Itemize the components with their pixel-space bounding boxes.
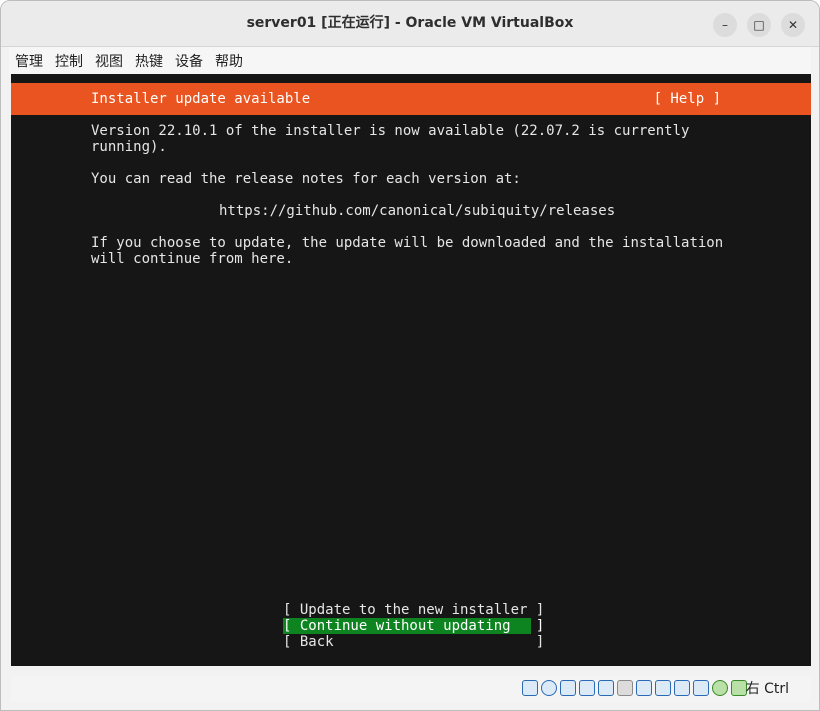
installer-title: Installer update available (91, 91, 311, 107)
status-icons (522, 680, 747, 696)
menu-hotkeys[interactable]: 热键 (129, 51, 169, 71)
shared-folders-icon[interactable] (617, 680, 633, 696)
title-bar: server01 [正在运行] - Oracle VM VirtualBox –… (1, 1, 819, 47)
menu-view[interactable]: 视图 (89, 51, 129, 71)
release-notes-message: You can read the release notes for each … (91, 171, 521, 187)
optical-drive-icon[interactable] (541, 680, 557, 696)
release-notes-url: https://github.com/canonical/subiquity/r… (219, 203, 616, 219)
menu-manage[interactable]: 管理 (9, 51, 49, 71)
help-button[interactable]: [ Help ] (654, 83, 721, 115)
menu-bar: 管理 控制 视图 热键 设备 帮助 (9, 47, 811, 74)
virtualbox-window: server01 [正在运行] - Oracle VM VirtualBox –… (0, 0, 820, 711)
host-key-label: 右 Ctrl (745, 681, 789, 697)
continue-without-updating-button[interactable]: [ Continue without updating ] (283, 618, 544, 634)
display-icon[interactable] (636, 680, 652, 696)
hard-disk-icon[interactable] (522, 680, 538, 696)
menu-help[interactable]: 帮助 (209, 51, 249, 71)
network-icon[interactable] (579, 680, 595, 696)
audio-icon[interactable] (560, 680, 576, 696)
back-button[interactable]: [ Back ] (283, 634, 544, 650)
cpu-icon[interactable] (693, 680, 709, 696)
update-installer-button[interactable]: [ Update to the new installer ] (283, 602, 544, 618)
update-info-message: If you choose to update, the update will… (91, 235, 724, 267)
window-title: server01 [正在运行] - Oracle VM VirtualBox (246, 15, 574, 31)
menu-control[interactable]: 控制 (49, 51, 89, 71)
keyboard-icon[interactable] (731, 680, 747, 696)
menu-devices[interactable]: 设备 (169, 51, 209, 71)
installer-header: Installer update available [ Help ] (11, 83, 811, 115)
video-capture-icon[interactable] (655, 680, 671, 696)
usb-icon[interactable] (598, 680, 614, 696)
vm-screen[interactable]: Installer update available [ Help ] Vers… (11, 74, 811, 666)
close-button[interactable]: ✕ (781, 13, 805, 37)
version-message: Version 22.10.1 of the installer is now … (91, 123, 690, 155)
minimize-button[interactable]: – (713, 13, 737, 37)
status-bar: 右 Ctrl (11, 676, 811, 702)
mouse-integration-icon[interactable] (712, 680, 728, 696)
maximize-button[interactable]: □ (747, 13, 771, 37)
recording-icon[interactable] (674, 680, 690, 696)
